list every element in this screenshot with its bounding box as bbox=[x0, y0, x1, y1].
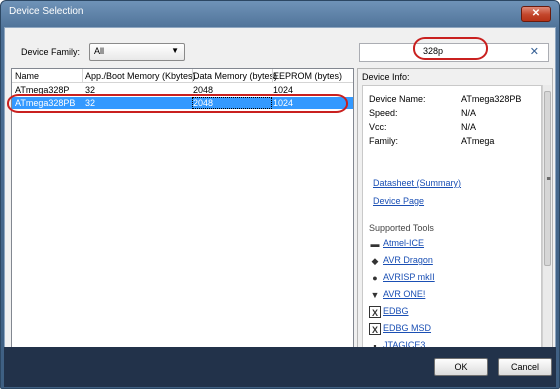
atmel-ice-icon: ▬ bbox=[370, 239, 380, 249]
tool-label: AVRISP mkII bbox=[383, 272, 435, 282]
grip-icon: ≡ bbox=[546, 176, 551, 183]
column-divider[interactable] bbox=[82, 69, 83, 83]
vcc-label: Vcc: bbox=[369, 122, 387, 132]
scrollbar-thumb[interactable]: ≡ bbox=[544, 91, 551, 266]
column-header-data-memory[interactable]: Data Memory (bytes) bbox=[193, 71, 277, 81]
column-header-app-memory[interactable]: App./Boot Memory (Kbytes) bbox=[85, 71, 196, 81]
tool-label: EDBG bbox=[383, 306, 409, 316]
clear-search-icon[interactable]: ✕ bbox=[530, 45, 539, 58]
ok-button[interactable]: OK bbox=[434, 358, 488, 376]
device-info-title: Device Info: bbox=[362, 72, 410, 82]
column-header-eeprom[interactable]: EEPROM (bytes) bbox=[273, 71, 342, 81]
dialog-footer: OK Cancel bbox=[4, 347, 556, 387]
table-header: Name App./Boot Memory (Kbytes) Data Memo… bbox=[12, 69, 353, 83]
avrisp-icon: ● bbox=[372, 273, 378, 283]
vcc-value: N/A bbox=[461, 122, 477, 132]
tool-label: AVR Dragon bbox=[383, 255, 433, 265]
device-family-select[interactable]: All ▼ bbox=[89, 43, 185, 61]
family-value: ATmega bbox=[461, 136, 495, 146]
device-info-panel: Device Info: Device Name: ATmega328PB Sp… bbox=[357, 68, 553, 352]
tool-label: EDBG MSD bbox=[383, 323, 432, 333]
avr-dragon-icon: ◆ bbox=[371, 256, 379, 266]
speed-label: Speed: bbox=[369, 108, 398, 118]
datasheet-link[interactable]: Datasheet (Summary) bbox=[373, 178, 461, 188]
device-family-label: Device Family: bbox=[21, 47, 81, 57]
tool-label: AVR ONE! bbox=[383, 289, 426, 299]
close-button[interactable]: ✕ bbox=[521, 6, 551, 22]
cancel-button[interactable]: Cancel bbox=[498, 358, 552, 376]
supported-tools-title: Supported Tools bbox=[369, 223, 434, 233]
dialog-body: Device Family: All ▼ 328p ✕ Name App./Bo… bbox=[4, 27, 556, 355]
tool-label: Atmel-ICE bbox=[383, 238, 425, 248]
device-family-value: All bbox=[94, 46, 105, 56]
device-selection-dialog: Device Selection ✕ Device Family: All ▼ … bbox=[0, 0, 560, 389]
close-icon: ✕ bbox=[531, 8, 541, 19]
selected-row-highlight-oval bbox=[7, 94, 348, 113]
search-highlight-oval bbox=[413, 37, 488, 60]
device-name-label: Device Name: bbox=[369, 94, 426, 104]
info-scrollbar[interactable]: ≡ bbox=[542, 85, 551, 349]
dialog-title: Device Selection bbox=[9, 6, 84, 17]
edbg-msd-icon: X bbox=[369, 323, 381, 335]
column-header-name[interactable]: Name bbox=[15, 71, 39, 81]
edbg-icon: X bbox=[369, 306, 381, 318]
avr-one-icon: ▼ bbox=[370, 290, 380, 300]
title-bar[interactable]: Device Selection bbox=[1, 1, 559, 27]
device-page-link[interactable]: Device Page bbox=[373, 196, 424, 206]
device-name-value: ATmega328PB bbox=[461, 94, 522, 104]
speed-value: N/A bbox=[461, 108, 477, 118]
device-info-content: Device Name: ATmega328PB Speed: N/A Vcc:… bbox=[362, 85, 542, 349]
chevron-down-icon: ▼ bbox=[171, 46, 179, 55]
family-label: Family: bbox=[369, 136, 398, 146]
